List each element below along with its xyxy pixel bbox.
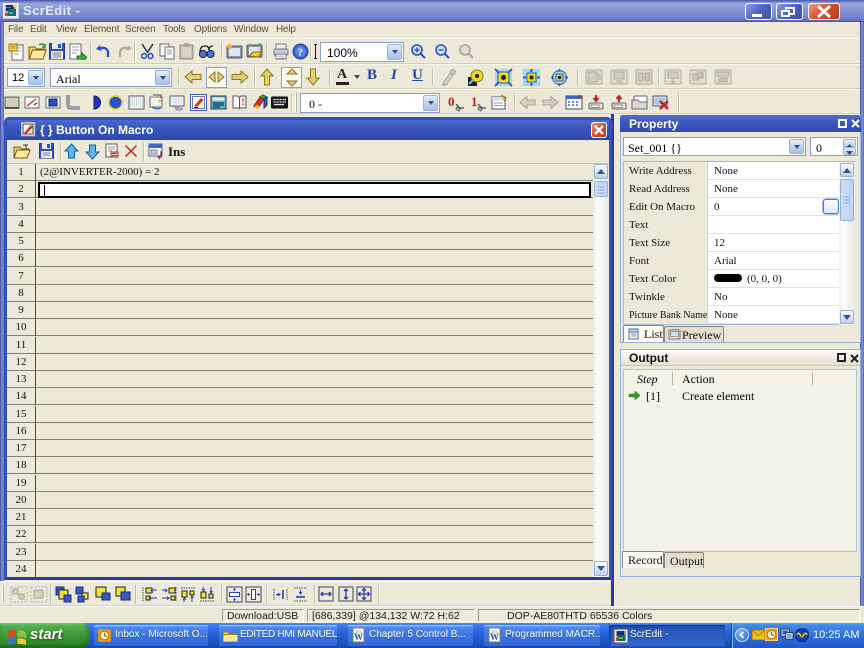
svg-text:1: 1 — [471, 94, 478, 109]
svg-text:W: W — [490, 632, 499, 642]
svg-text:0: 0 — [448, 94, 455, 109]
svg-text:?: ? — [298, 47, 304, 59]
svg-text:!: ! — [242, 97, 245, 107]
svg-text:W: W — [354, 632, 363, 642]
